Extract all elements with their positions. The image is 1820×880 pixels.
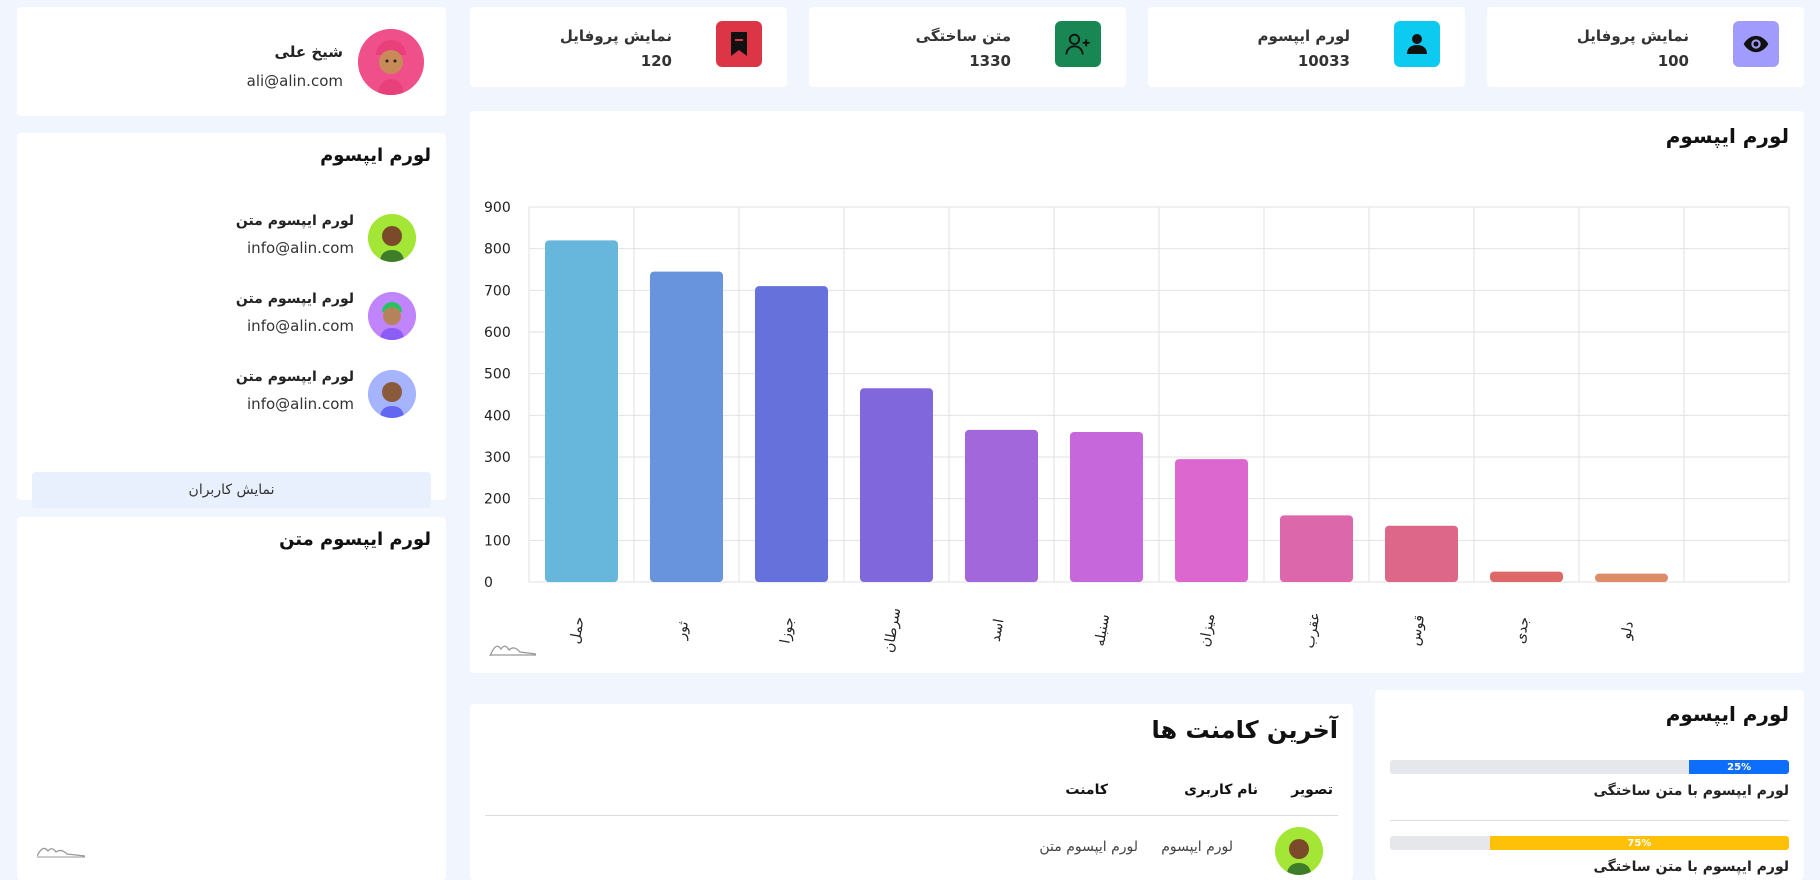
x-tick-label: ثور <box>673 620 692 641</box>
user-name: لورم ایپسوم متن <box>235 291 354 307</box>
stat-value: 120 <box>640 52 672 70</box>
profile-email: ali@alin.com <box>246 72 343 90</box>
x-tick-label: میزان <box>1197 612 1219 648</box>
profile-card: شیخ علی ali@alin.com <box>17 7 446 116</box>
stat-label: متن ساختگی <box>915 27 1011 45</box>
progress-label: لورم ایپسوم با متن ساختگی <box>1593 783 1789 799</box>
x-tick-label: جدی <box>1512 616 1532 645</box>
user-avatar <box>368 214 416 262</box>
stat-value: 100 <box>1657 52 1689 70</box>
comments-card: آخرین کامنت ها تصویر نام کاربری کامنت لو… <box>470 704 1353 880</box>
y-tick-label: 300 <box>484 450 511 466</box>
y-tick-label: 200 <box>484 492 511 508</box>
user-email: info@alin.com <box>247 239 354 257</box>
progress-bar: 25% <box>1390 760 1789 774</box>
x-tick-label: دلو <box>1618 620 1637 641</box>
stat-card-profile-views-2: نمایش پروفایل 120 <box>470 7 787 87</box>
chart-bar[interactable] <box>650 271 723 582</box>
y-tick-label: 0 <box>484 575 493 591</box>
bookmark-icon <box>716 21 762 67</box>
chart-bar[interactable] <box>860 388 933 582</box>
y-tick-label: 400 <box>484 408 511 424</box>
progress-fill: 75% <box>1489 836 1789 850</box>
x-tick-label: حمل <box>567 615 588 645</box>
user-avatar <box>368 370 416 418</box>
show-users-button[interactable]: نمایش کاربران <box>32 472 431 508</box>
chart-bar[interactable] <box>1385 525 1458 582</box>
user-avatar <box>368 292 416 340</box>
chart-bar[interactable] <box>755 286 828 582</box>
table-divider <box>485 815 1338 816</box>
y-tick-label: 700 <box>484 283 511 299</box>
chart-bar[interactable] <box>1280 515 1353 582</box>
x-tick-label: قوس <box>1407 614 1428 647</box>
x-tick-label: سنبله <box>1092 613 1113 648</box>
comment-username: لورم ایپسوم <box>1161 839 1233 855</box>
user-plus-icon <box>1055 21 1101 67</box>
progress-bar: 75% <box>1390 836 1789 850</box>
x-tick-label: سرطان <box>881 607 905 654</box>
text-card-title: لورم ایپسوم متن <box>279 529 431 550</box>
user-email: info@alin.com <box>247 395 354 413</box>
chart-bar[interactable] <box>1490 571 1563 582</box>
stat-label: نمایش پروفایل <box>1576 27 1689 45</box>
progress-fill: 25% <box>1689 760 1789 774</box>
users-card-title: لورم ایپسوم <box>320 145 431 166</box>
chart-bar[interactable] <box>545 240 618 583</box>
y-tick-label: 800 <box>484 242 511 258</box>
y-tick-label: 100 <box>484 533 511 549</box>
comment-text: لورم ایپسوم متن <box>1039 839 1138 855</box>
comment-avatar <box>1275 827 1323 875</box>
chart-bar[interactable] <box>1175 459 1248 582</box>
divider <box>1390 820 1789 821</box>
y-tick-label: 900 <box>484 200 511 216</box>
stat-card-profile-views: نمایش پروفایل 100 <box>1487 7 1804 87</box>
chart-logo-icon <box>37 847 85 858</box>
chart-bar[interactable] <box>1595 573 1668 582</box>
bar-chart: 0 100 200 300 400 500 600 700 800 900 حمل ثور جوزا سر… <box>470 191 1790 657</box>
x-tick-label: جوزا <box>777 616 797 645</box>
x-tick-label: اسد <box>988 618 1008 643</box>
y-tick-label: 500 <box>484 367 511 383</box>
progress-card-title: لورم ایپسوم <box>1665 702 1789 726</box>
stat-label: لورم ایپسوم <box>1257 27 1350 45</box>
user-email: info@alin.com <box>247 317 354 335</box>
avatar[interactable] <box>358 29 424 95</box>
column-header-comment: کامنت <box>1065 782 1108 798</box>
text-card: لورم ایپسوم متن <box>17 517 446 880</box>
chart-bar[interactable] <box>1070 432 1143 582</box>
progress-card: لورم ایپسوم 25% لورم ایپسوم با متن ساختگ… <box>1375 690 1804 880</box>
progress-label: لورم ایپسوم با متن ساختگی <box>1593 859 1789 875</box>
user-icon <box>1394 21 1440 67</box>
chart-bar[interactable] <box>965 429 1038 582</box>
stat-value: 1330 <box>969 52 1011 70</box>
eye-icon <box>1733 21 1779 67</box>
column-header-username: نام کاربری <box>1184 782 1258 798</box>
stat-value: 10033 <box>1297 52 1350 70</box>
stat-card-lorem: لورم ایپسوم 10033 <box>1148 7 1465 87</box>
stat-label: نمایش پروفایل <box>559 27 672 45</box>
comments-title: آخرین کامنت ها <box>1151 716 1338 744</box>
user-name: لورم ایپسوم متن <box>235 213 354 229</box>
profile-name: شیخ علی <box>274 43 343 61</box>
user-name: لورم ایپسوم متن <box>235 369 354 385</box>
x-tick-label: عقرب <box>1302 611 1324 650</box>
chart-card: لورم ایپسوم 0 100 200 300 400 500 600 700 800 900… <box>470 111 1804 673</box>
tick-clip <box>470 191 484 591</box>
stat-card-text: متن ساختگی 1330 <box>809 7 1126 87</box>
y-tick-label: 600 <box>484 325 511 341</box>
column-header-image: تصویر <box>1291 782 1333 798</box>
chart-logo-icon <box>489 645 537 657</box>
users-card: لورم ایپسوم لورم ایپسوم متن info@alin.co… <box>17 133 446 508</box>
